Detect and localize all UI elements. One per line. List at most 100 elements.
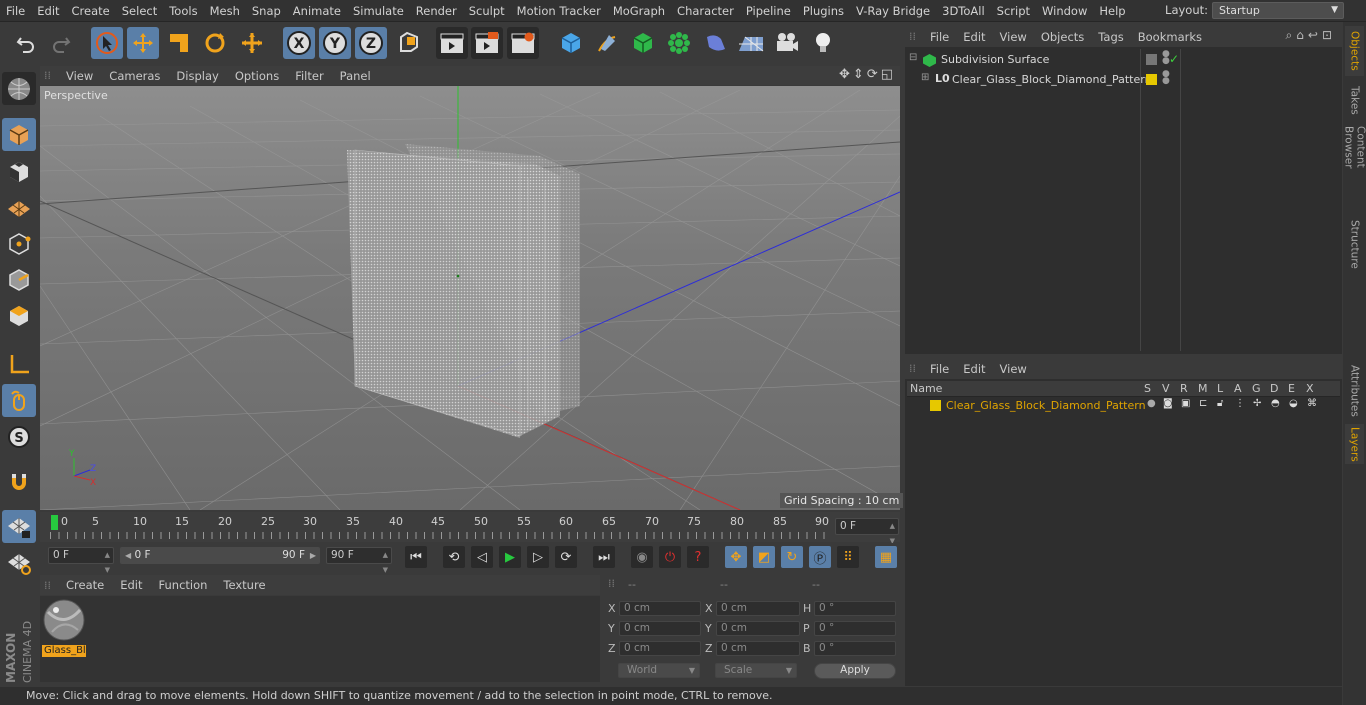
light-button[interactable]	[807, 27, 839, 59]
collapse-icon[interactable]: ⊟	[909, 52, 917, 63]
edges-mode-button[interactable]	[2, 263, 36, 296]
current-frame-field[interactable]: 0 F ▲ ▼	[835, 518, 899, 545]
menu-create[interactable]: Create	[66, 0, 116, 22]
key-pla-button[interactable]: ⠿	[837, 546, 859, 568]
material-menu-texture[interactable]: Texture	[215, 578, 273, 592]
layers-menu-view[interactable]: View	[993, 362, 1034, 376]
spinner-icon[interactable]: ▲ ▼	[105, 548, 110, 578]
drag-handle-icon[interactable]: ⁞⁞	[608, 577, 615, 590]
go-to-end-button[interactable]: ⏭	[593, 546, 615, 568]
model-mode-button[interactable]	[2, 118, 36, 151]
layer-solo-icon[interactable]: ●	[1147, 398, 1156, 409]
viewport-menu-view[interactable]: View	[58, 69, 101, 83]
menu-animate[interactable]: Animate	[287, 0, 347, 22]
viewport-menu-cameras[interactable]: Cameras	[101, 69, 168, 83]
menu-vray-bridge[interactable]: V-Ray Bridge	[850, 0, 936, 22]
key-rotation-button[interactable]: ↻	[781, 546, 803, 568]
menu-script[interactable]: Script	[991, 0, 1036, 22]
rotation-p-field[interactable]: 0 °	[814, 621, 896, 636]
size-z-field[interactable]: 0 cm	[716, 641, 800, 656]
menu-3dtoall[interactable]: 3DToAll	[936, 0, 991, 22]
menu-simulate[interactable]: Simulate	[347, 0, 410, 22]
layer-col-d[interactable]: D	[1270, 382, 1278, 395]
coordinate-system-button[interactable]	[393, 27, 425, 59]
position-x-field[interactable]: 0 cm	[619, 601, 701, 616]
viewport-menu-options[interactable]: Options	[227, 69, 287, 83]
make-editable-button[interactable]	[2, 72, 36, 105]
menu-sculpt[interactable]: Sculpt	[463, 0, 511, 22]
menu-character[interactable]: Character	[671, 0, 740, 22]
next-frame-button[interactable]: ▷	[527, 546, 549, 568]
viewport-nav-icons[interactable]: ✥⇕⟳◱	[839, 67, 896, 82]
tweak-mode-button[interactable]	[2, 384, 36, 417]
axis-x-button[interactable]: X	[283, 27, 315, 59]
next-key-button[interactable]: ⟳	[555, 546, 577, 568]
play-button[interactable]: ▶	[499, 546, 521, 568]
deformer-button[interactable]	[699, 27, 731, 59]
cloner-button[interactable]	[663, 27, 695, 59]
previous-key-button[interactable]: ⟲	[443, 546, 465, 568]
tab-takes[interactable]: Takes	[1345, 80, 1364, 120]
camera-button[interactable]	[771, 27, 803, 59]
layers-menu-edit[interactable]: Edit	[956, 362, 992, 376]
layer-col-e[interactable]: E	[1288, 382, 1295, 395]
coord-scale-select[interactable]: Scale ▼	[715, 663, 797, 678]
chevron-left-icon[interactable]: ◀	[125, 551, 131, 560]
viewport-menu-filter[interactable]: Filter	[287, 69, 331, 83]
timeline-ruler[interactable]: 0 5 10 15 20 25 30 35 40 45 50 55 60 65 …	[40, 512, 900, 545]
layer-col-l[interactable]: L	[1217, 382, 1223, 395]
layer-render-icon[interactable]: ▣	[1181, 398, 1190, 409]
layer-deformer-icon[interactable]: ◓	[1271, 398, 1280, 409]
check-icon[interactable]: ✓	[1169, 52, 1179, 66]
menu-motion-tracker[interactable]: Motion Tracker	[511, 0, 607, 22]
objects-menu-edit[interactable]: Edit	[956, 30, 992, 44]
layer-expression-icon[interactable]: ◒	[1289, 398, 1298, 409]
previous-frame-button[interactable]: ◁	[471, 546, 493, 568]
objects-menu-bookmarks[interactable]: Bookmarks	[1131, 30, 1209, 44]
subdivision-visibility-tag[interactable]	[1146, 54, 1157, 65]
material-menu-edit[interactable]: Edit	[112, 578, 150, 592]
layer-col-v[interactable]: V	[1162, 382, 1170, 395]
keyframe-selection-button[interactable]: ?	[687, 546, 709, 568]
drag-handle-icon[interactable]: ⁞⁞	[905, 362, 923, 375]
layer-col-x[interactable]: X	[1306, 382, 1314, 395]
material-menu-function[interactable]: Function	[151, 578, 216, 592]
menu-tools[interactable]: Tools	[163, 0, 203, 22]
material-swatch[interactable]: Glass_Bl	[42, 598, 86, 657]
menu-mesh[interactable]: Mesh	[204, 0, 246, 22]
object-row-subdivision[interactable]: ⊟ Subdivision Surface	[907, 52, 1139, 70]
key-position-button[interactable]: ✥	[725, 546, 747, 568]
menu-file[interactable]: File	[0, 0, 31, 22]
objects-menu-file[interactable]: File	[923, 30, 956, 44]
object-manager-tools-icons[interactable]: ⌕⌂↩⊡	[1286, 28, 1336, 43]
current-frame-marker[interactable]	[51, 515, 58, 530]
menu-render[interactable]: Render	[410, 0, 463, 22]
rotation-h-field[interactable]: 0 °	[814, 601, 896, 616]
layers-menu-file[interactable]: File	[923, 362, 956, 376]
viewport-menu-panel[interactable]: Panel	[332, 69, 379, 83]
cube-button[interactable]	[555, 27, 587, 59]
viewport-menu-display[interactable]: Display	[168, 69, 226, 83]
size-x-field[interactable]: 0 cm	[716, 601, 800, 616]
go-to-start-button[interactable]: ⏮	[405, 546, 427, 568]
menu-pipeline[interactable]: Pipeline	[740, 0, 797, 22]
objects-menu-objects[interactable]: Objects	[1034, 30, 1091, 44]
drag-handle-icon[interactable]: ⁞⁞	[905, 30, 923, 43]
coord-mode-select[interactable]: World ▼	[618, 663, 700, 678]
visibility-dots-icon[interactable]: ● ●	[1162, 70, 1170, 86]
transform-button[interactable]	[236, 27, 268, 59]
polygons-mode-button[interactable]	[2, 299, 36, 332]
layer-animation-icon[interactable]: ⋮	[1235, 398, 1245, 409]
layer-row[interactable]: Clear_Glass_Block_Diamond_Pattern ● ◙ ▣ …	[907, 398, 1340, 414]
layout-select[interactable]: Startup ▼	[1212, 2, 1344, 19]
layer-name[interactable]: Clear_Glass_Block_Diamond_Pattern	[946, 399, 1146, 412]
layer-col-m[interactable]: M	[1198, 382, 1208, 395]
layer-col-g[interactable]: G	[1252, 382, 1261, 395]
menu-window[interactable]: Window	[1036, 0, 1093, 22]
menu-plugins[interactable]: Plugins	[797, 0, 850, 22]
key-scale-button[interactable]: ◩	[753, 546, 775, 568]
texture-mode-button[interactable]	[2, 155, 36, 188]
layer-col-r[interactable]: R	[1180, 382, 1188, 395]
subdivision-button[interactable]	[627, 27, 659, 59]
tab-objects[interactable]: Objects	[1345, 26, 1364, 76]
